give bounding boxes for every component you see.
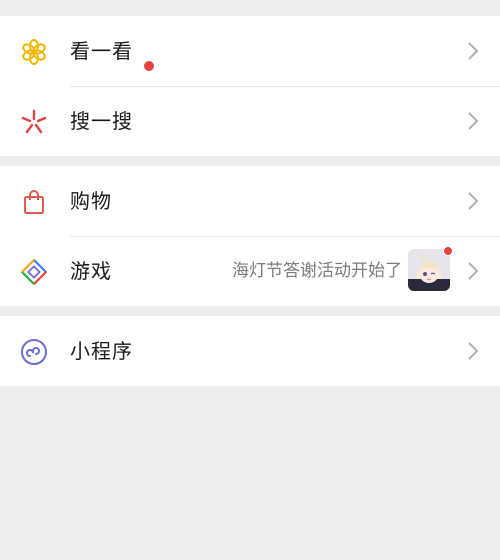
chevron-right-icon — [466, 190, 480, 212]
row-label: 购物 — [70, 189, 112, 213]
discover-group-1: 看一看 搜一搜 — [0, 16, 500, 156]
row-shopping[interactable]: 购物 — [0, 166, 500, 236]
thumbnail-badge — [443, 246, 453, 256]
chevron-right-icon — [466, 110, 480, 132]
chevron-right-icon — [466, 40, 480, 62]
discover-group-3: 小程序 — [0, 316, 500, 386]
game-thumbnail-image — [408, 246, 453, 291]
game-promo-text: 海灯节答谢活动开始了 — [232, 261, 402, 281]
mini-program-icon — [20, 338, 48, 366]
search-spark-icon — [20, 108, 48, 136]
row-search[interactable]: 搜一搜 — [0, 86, 500, 156]
row-games[interactable]: 游戏 海灯节答谢活动开始了 — [0, 236, 500, 306]
chevron-right-icon — [466, 260, 480, 282]
row-label: 小程序 — [70, 339, 133, 363]
row-top-stories[interactable]: 看一看 — [0, 16, 500, 86]
chevron-right-icon — [466, 340, 480, 362]
discover-group-2: 购物 游戏 海灯节答谢活动开始了 — [0, 166, 500, 306]
shopping-bag-icon — [20, 188, 48, 216]
row-mini-programs[interactable]: 小程序 — [0, 316, 500, 386]
new-content-badge — [144, 61, 154, 71]
game-diamond-icon — [20, 258, 48, 286]
row-label: 看一看 — [70, 39, 133, 63]
row-label: 搜一搜 — [70, 109, 133, 133]
divider — [70, 86, 500, 87]
row-label: 游戏 — [70, 259, 112, 283]
moments-flower-icon — [20, 38, 48, 66]
